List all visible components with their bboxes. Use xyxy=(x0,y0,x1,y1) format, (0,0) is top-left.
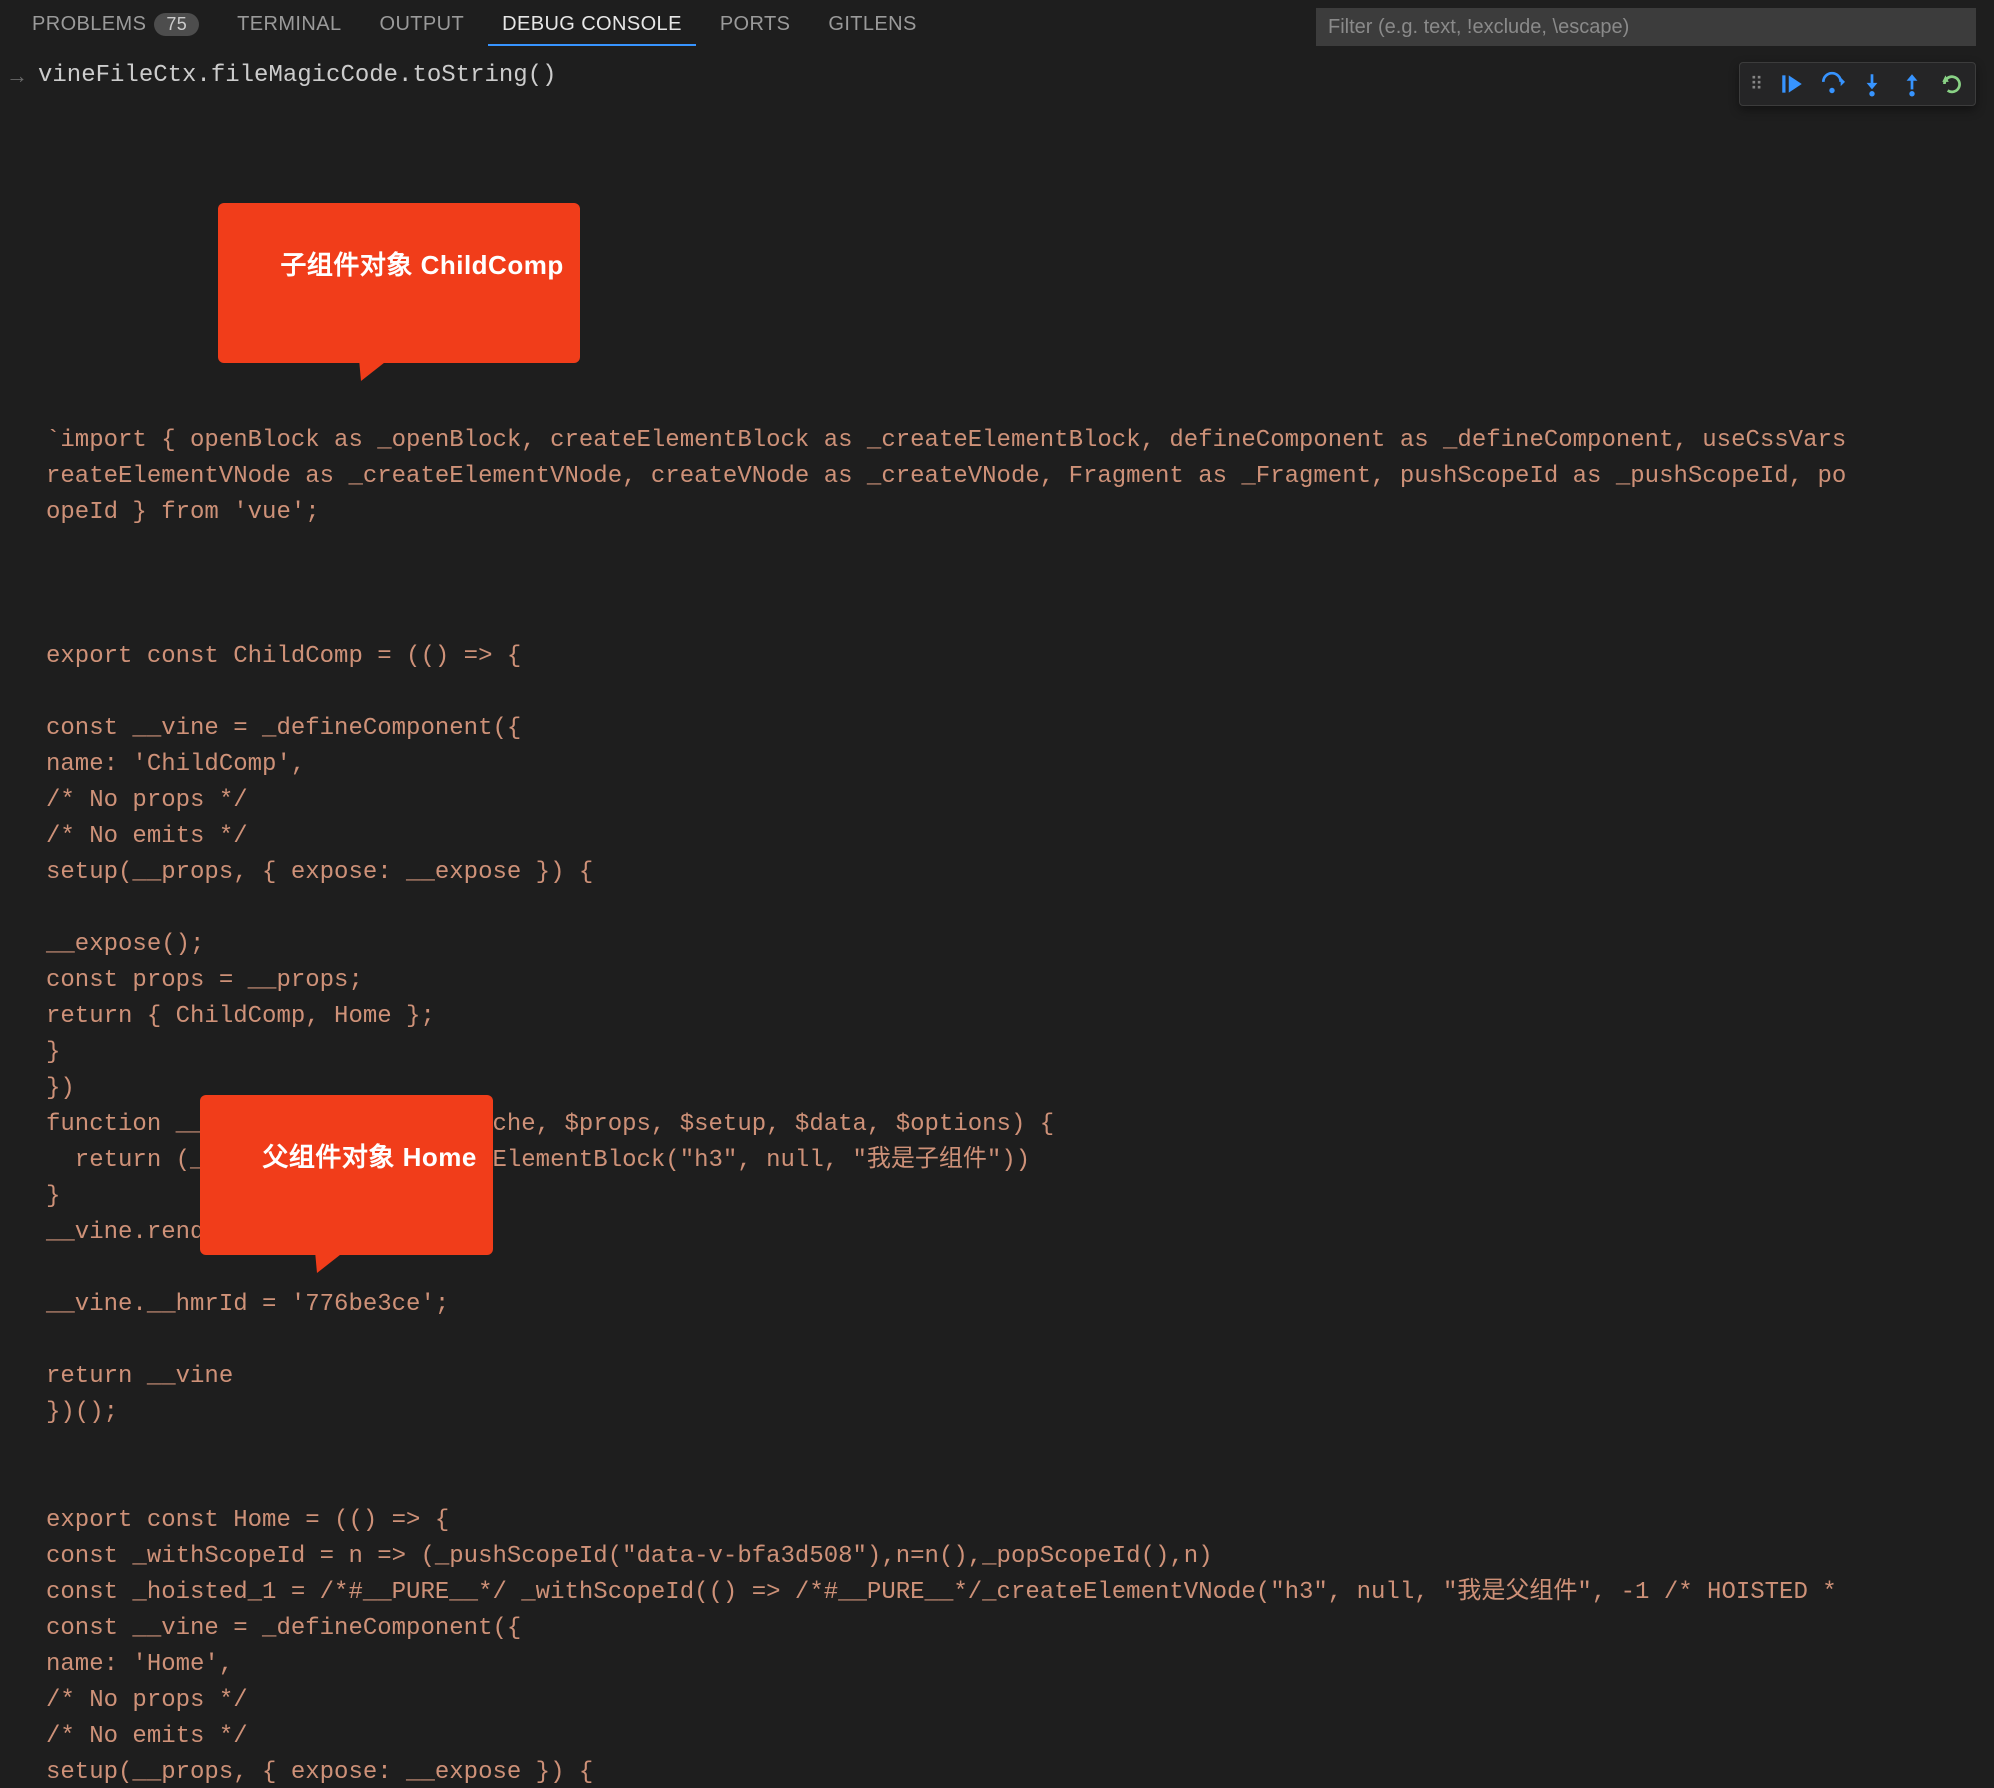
code-line: /* No props */ xyxy=(46,783,1994,819)
code-line: return __vine xyxy=(46,1359,1994,1395)
tab-problems-label: PROBLEMS xyxy=(32,13,146,36)
tab-terminal[interactable]: TERMINAL xyxy=(223,7,355,46)
step-into-button[interactable] xyxy=(1855,67,1889,101)
step-out-button[interactable] xyxy=(1895,67,1929,101)
annotation-home-text: 父组件对象 Home xyxy=(262,1142,476,1172)
debug-toolbar: ⠿ xyxy=(1739,62,1976,106)
code-line: /* No props */ xyxy=(46,1683,1994,1719)
tab-gitlens-label: GITLENS xyxy=(828,13,916,36)
restart-button[interactable] xyxy=(1935,67,1969,101)
tab-terminal-label: TERMINAL xyxy=(237,13,341,36)
filter-container xyxy=(1316,8,1976,46)
code-line: const _hoisted_1 = /*#__PURE__*/ _withSc… xyxy=(46,1575,1994,1611)
code-line: __vine.__hmrId = '776be3ce'; xyxy=(46,1287,1994,1323)
drag-handle-icon[interactable]: ⠿ xyxy=(1746,74,1769,95)
step-out-icon xyxy=(1899,71,1925,97)
tab-ports[interactable]: PORTS xyxy=(706,7,805,46)
code-line: export const Home = (() => { xyxy=(46,1503,1994,1539)
step-into-icon xyxy=(1859,71,1885,97)
tab-ports-label: PORTS xyxy=(720,13,791,36)
code-line: export const ChildComp = (() => { xyxy=(46,639,1994,675)
annotation-childcomp: 子组件对象 ChildComp xyxy=(218,203,580,363)
problems-count-badge: 75 xyxy=(154,13,199,36)
code-line: const _withScopeId = n => (_pushScopeId(… xyxy=(46,1539,1994,1575)
code-line: /* No emits */ xyxy=(46,819,1994,855)
code-line xyxy=(46,891,1994,927)
code-line: /* No emits */ xyxy=(46,1719,1994,1755)
code-line: name: 'ChildComp', xyxy=(46,747,1994,783)
code-line xyxy=(46,567,1994,603)
tab-output-label: OUTPUT xyxy=(380,13,465,36)
console-output[interactable]: 子组件对象 ChildComp 父组件对象 Home `import { ope… xyxy=(0,95,1994,1788)
code-line xyxy=(46,675,1994,711)
step-over-icon xyxy=(1819,71,1845,97)
repl-expression[interactable]: vineFileCtx.fileMagicCode.toString() xyxy=(38,62,556,89)
code-line: reateElementVNode as _createElementVNode… xyxy=(46,459,1994,495)
code-line xyxy=(46,531,1994,567)
tab-debug-console-label: DEBUG CONSOLE xyxy=(502,13,682,36)
restart-icon xyxy=(1939,71,1965,97)
annotation-home: 父组件对象 Home xyxy=(200,1095,493,1255)
code-line xyxy=(46,1431,1994,1467)
code-line: opeId } from 'vue'; xyxy=(46,495,1994,531)
code-line: const props = __props; xyxy=(46,963,1994,999)
repl-input-row: → vineFileCtx.fileMagicCode.toString() xyxy=(0,54,1994,95)
continue-button[interactable] xyxy=(1775,67,1809,101)
step-over-button[interactable] xyxy=(1815,67,1849,101)
code-line: setup(__props, { expose: __expose }) { xyxy=(46,855,1994,891)
code-line: `import { openBlock as _openBlock, creat… xyxy=(46,423,1994,459)
tab-debug-console[interactable]: DEBUG CONSOLE xyxy=(488,7,696,46)
code-line xyxy=(46,603,1994,639)
annotation-childcomp-text: 子组件对象 ChildComp xyxy=(280,250,563,280)
code-line: } xyxy=(46,1035,1994,1071)
annotation-tail-icon xyxy=(351,359,389,381)
code-line: __expose(); xyxy=(46,927,1994,963)
tab-output[interactable]: OUTPUT xyxy=(366,7,479,46)
code-line: const __vine = _defineComponent({ xyxy=(46,711,1994,747)
filter-input[interactable] xyxy=(1316,8,1976,46)
tab-gitlens[interactable]: GITLENS xyxy=(814,7,930,46)
debug-console-panel: PROBLEMS 75 TERMINAL OUTPUT DEBUG CONSOL… xyxy=(0,0,1994,1788)
tab-problems[interactable]: PROBLEMS 75 xyxy=(18,7,213,46)
continue-icon xyxy=(1779,71,1805,97)
code-line: })(); xyxy=(46,1395,1994,1431)
code-line xyxy=(46,1467,1994,1503)
code-line: name: 'Home', xyxy=(46,1647,1994,1683)
code-line xyxy=(46,1323,1994,1359)
repl-arrow-icon: → xyxy=(6,63,28,89)
code-line: const __vine = _defineComponent({ xyxy=(46,1611,1994,1647)
code-line: setup(__props, { expose: __expose }) { xyxy=(46,1755,1994,1788)
code-line: return { ChildComp, Home }; xyxy=(46,999,1994,1035)
